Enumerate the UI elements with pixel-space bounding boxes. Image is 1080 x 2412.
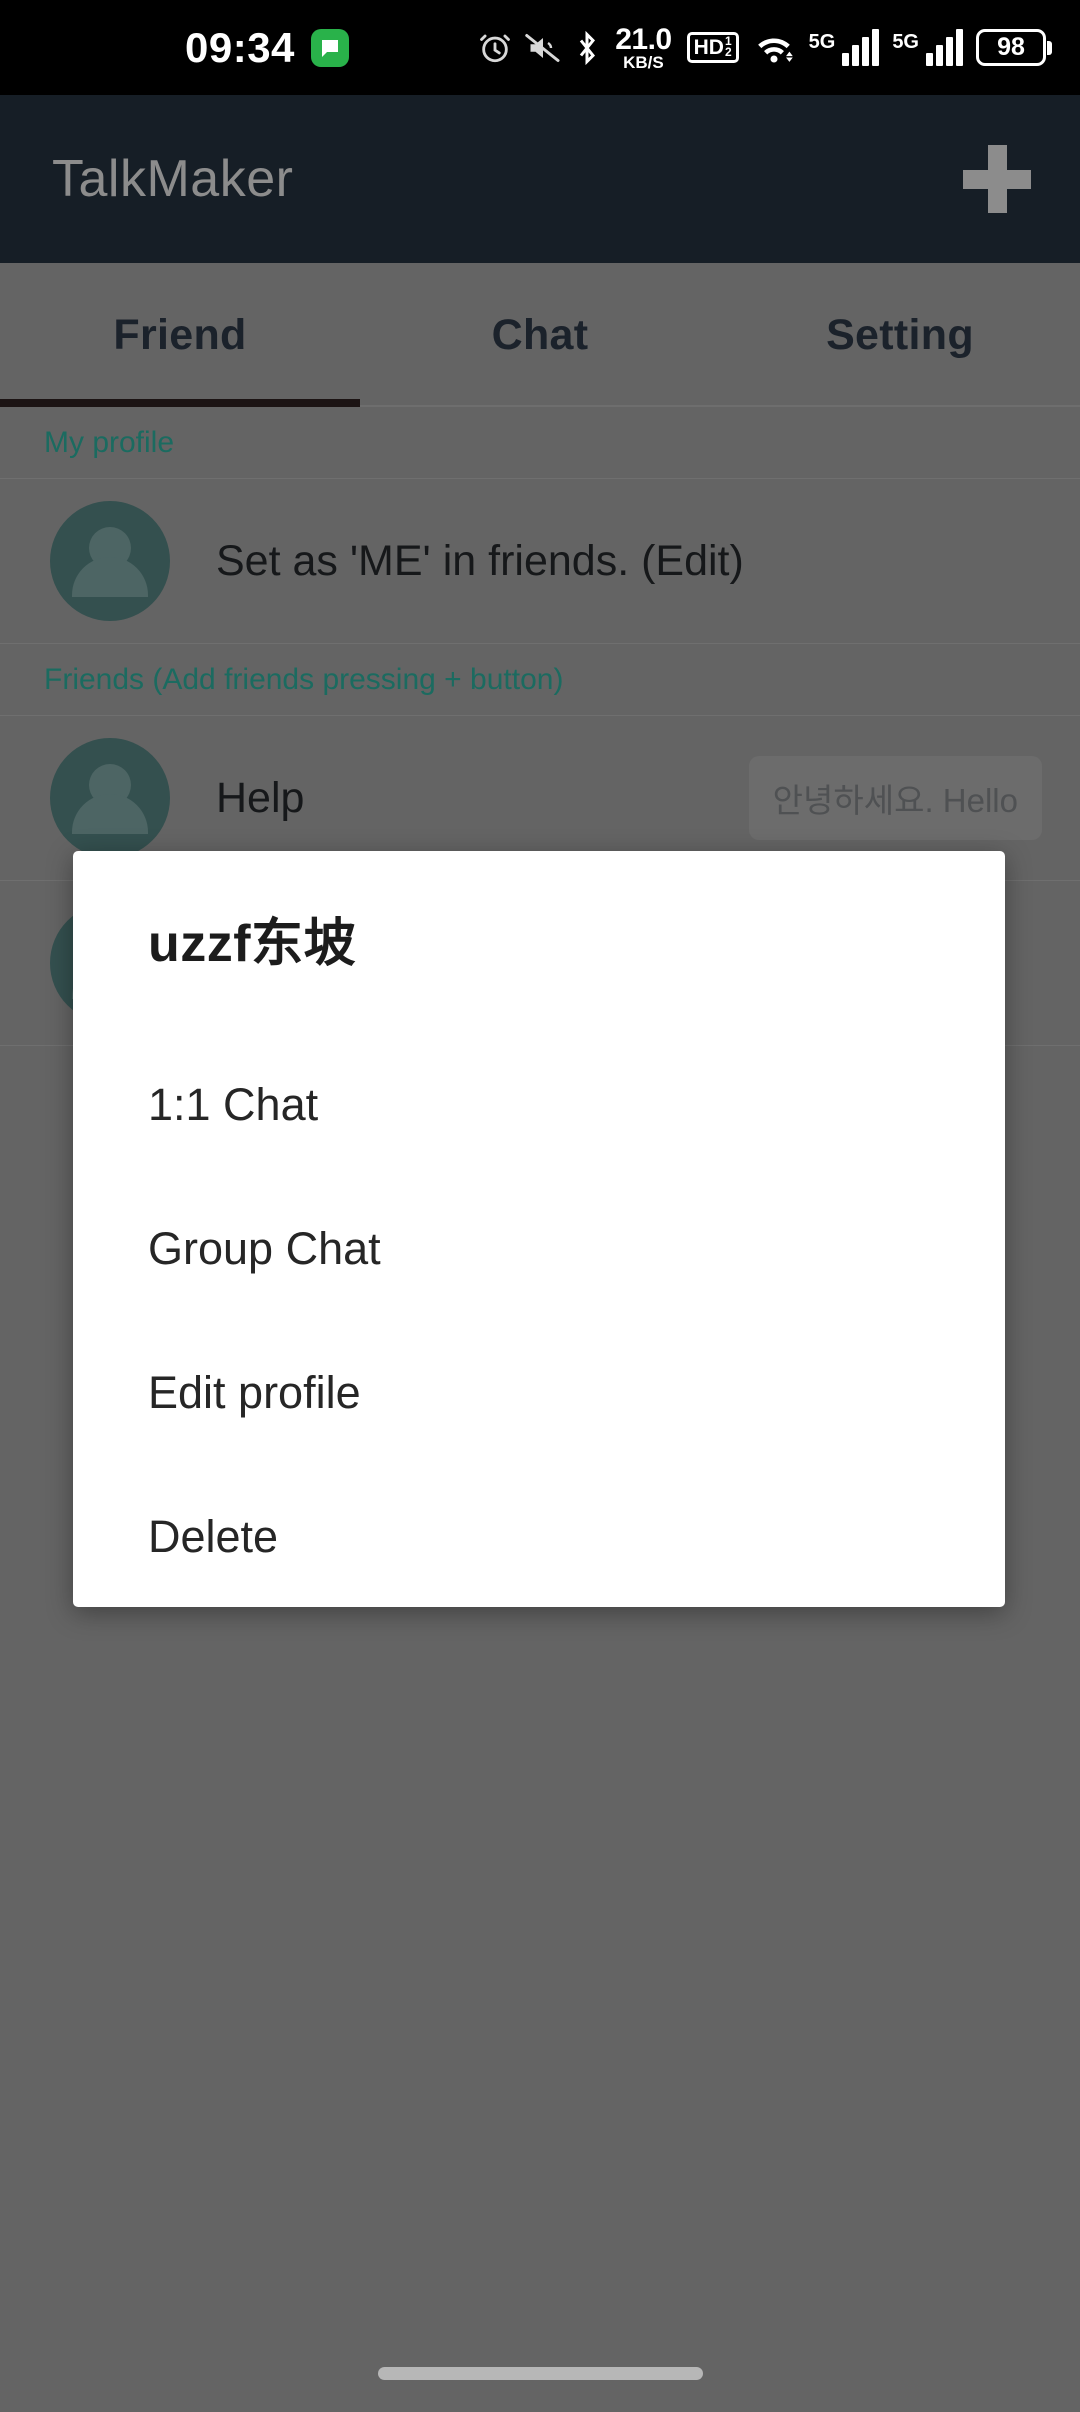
dialog-menu-list: 1:1 Chat Group Chat Edit profile Delete	[73, 1033, 1005, 1607]
system-navigation-bar	[0, 2334, 1080, 2412]
home-gesture-pill[interactable]	[377, 2366, 703, 2380]
phone-screen: 09:34 21.0 KB/S HD 1 2 5G 5G 98 TalkMake…	[0, 0, 1080, 2412]
menu-item-group-chat[interactable]: Group Chat	[73, 1177, 1005, 1321]
menu-item-delete[interactable]: Delete	[73, 1465, 1005, 1607]
friend-options-dialog: uzzf东坡 1:1 Chat Group Chat Edit profile …	[73, 851, 1005, 1607]
menu-item-one-to-one-chat[interactable]: 1:1 Chat	[73, 1033, 1005, 1177]
menu-item-edit-profile[interactable]: Edit profile	[73, 1321, 1005, 1465]
dialog-title: uzzf东坡	[148, 915, 357, 973]
